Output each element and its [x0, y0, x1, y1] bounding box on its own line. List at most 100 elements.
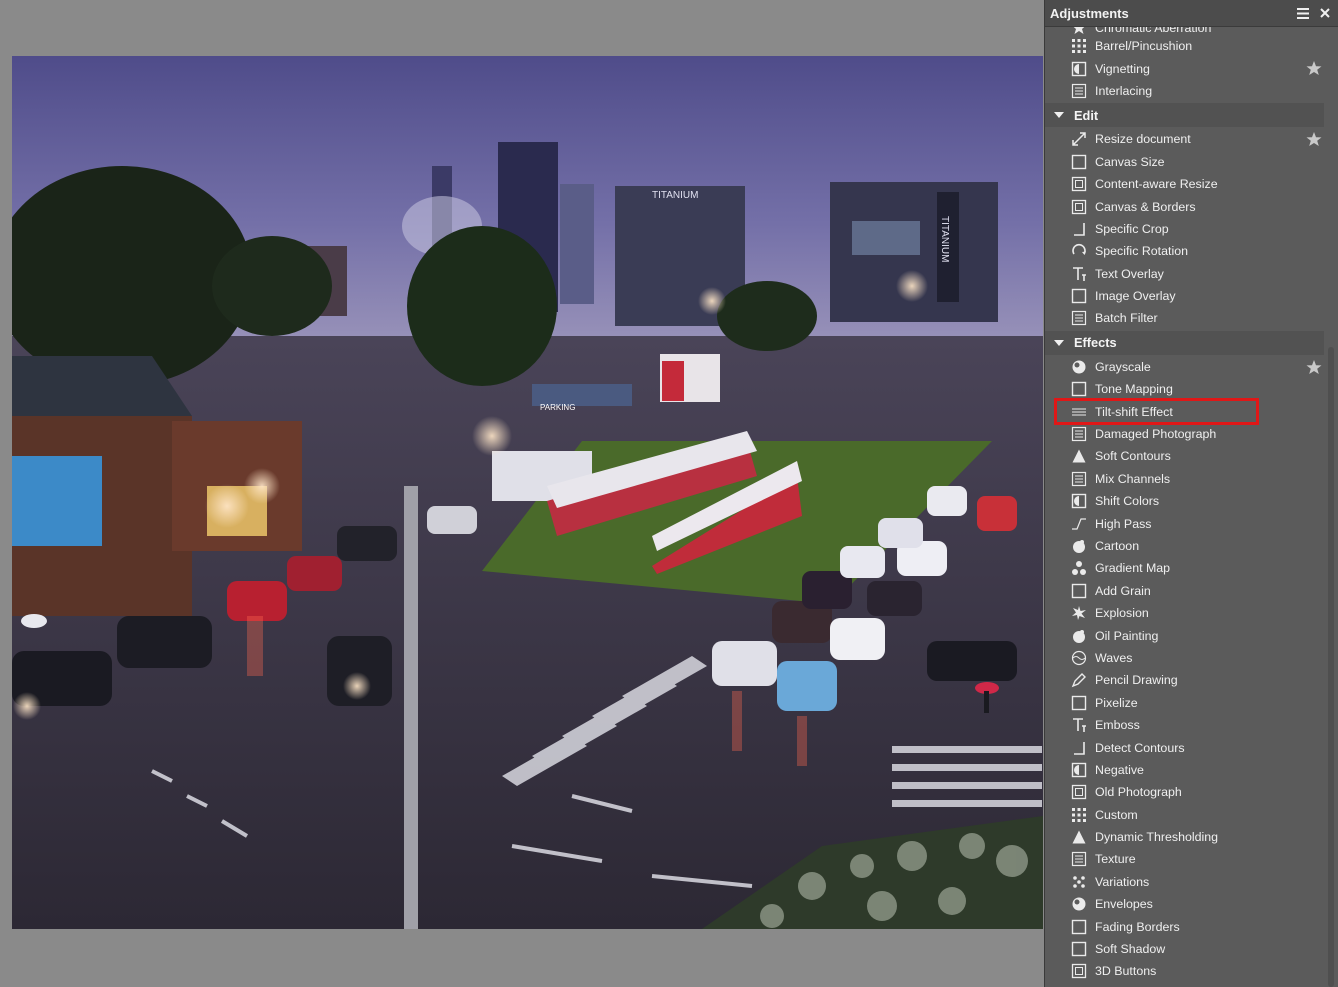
- menu-item-barrel-pincushion[interactable]: Barrel/Pincushion: [1045, 35, 1325, 57]
- envelopes-icon: [1070, 896, 1087, 913]
- batch-icon: [1070, 310, 1087, 327]
- menu-item-chromatic-aberration[interactable]: Chromatic Aberration: [1045, 27, 1325, 35]
- menu-item-old-photograph[interactable]: Old Photograph: [1045, 781, 1325, 803]
- hamburger-menu-icon[interactable]: [1294, 4, 1312, 22]
- menu-item-soft-shadow[interactable]: Soft Shadow: [1045, 938, 1325, 960]
- menu-item-label: Canvas Size: [1095, 154, 1165, 169]
- menu-item-text-overlay[interactable]: Text Overlay: [1045, 263, 1325, 285]
- menu-item-mix-channels[interactable]: Mix Channels: [1045, 468, 1325, 490]
- menu-item-specific-crop[interactable]: Specific Crop: [1045, 218, 1325, 240]
- section-header-effects[interactable]: Effects: [1045, 330, 1325, 355]
- menu-item-negative[interactable]: Negative: [1045, 759, 1325, 781]
- menu-item-3d-buttons[interactable]: 3D Buttons: [1045, 960, 1325, 982]
- menu-item-label: Texture: [1095, 852, 1136, 867]
- rotation-icon: [1070, 243, 1087, 260]
- menu-item-canvas-borders[interactable]: Canvas & Borders: [1045, 195, 1325, 217]
- scrollbar-thumb[interactable]: [1328, 347, 1334, 987]
- adjustments-list: Chromatic Aberration Barrel/Pincushion Vig…: [1045, 27, 1325, 987]
- resize-icon: [1070, 131, 1087, 148]
- menu-item-tone-mapping[interactable]: Tone Mapping: [1045, 378, 1325, 400]
- menu-item-label: Waves: [1095, 650, 1133, 665]
- favorite-star-icon[interactable]: [1306, 131, 1322, 147]
- menu-item-label: Vignetting: [1095, 61, 1150, 76]
- menu-item-high-pass[interactable]: High Pass: [1045, 512, 1325, 534]
- menu-item-texture[interactable]: Texture: [1045, 848, 1325, 870]
- menu-item-soft-contours[interactable]: Soft Contours: [1045, 445, 1325, 467]
- menu-item-label: Canvas & Borders: [1095, 199, 1196, 214]
- menu-item-batch-filter[interactable]: Batch Filter: [1045, 307, 1325, 329]
- menu-item-label: Add Grain: [1095, 583, 1151, 598]
- soft-contours-icon: [1070, 448, 1087, 465]
- menu-item-label: Batch Filter: [1095, 311, 1158, 326]
- menu-item-canvas-size[interactable]: Canvas Size: [1045, 151, 1325, 173]
- menu-item-label: Chromatic Aberration: [1095, 27, 1212, 35]
- titanium-sign-1: TITANIUM: [652, 190, 698, 201]
- detect-contours-icon: [1070, 739, 1087, 756]
- menu-item-grayscale[interactable]: Grayscale: [1045, 356, 1325, 378]
- menu-item-custom[interactable]: Custom: [1045, 804, 1325, 826]
- menu-item-label: Explosion: [1095, 606, 1149, 621]
- menu-item-detect-contours[interactable]: Detect Contours: [1045, 736, 1325, 758]
- waves-icon: [1070, 649, 1087, 666]
- menu-item-pixelize[interactable]: Pixelize: [1045, 692, 1325, 714]
- canvas-size-icon: [1070, 153, 1087, 170]
- high-pass-icon: [1070, 515, 1087, 532]
- menu-item-tilt-shift-effect[interactable]: Tilt-shift Effect: [1045, 398, 1325, 426]
- variations-icon: [1070, 873, 1087, 890]
- close-icon[interactable]: [1316, 4, 1334, 22]
- menu-item-resize-document[interactable]: Resize document: [1045, 128, 1325, 150]
- menu-item-content-aware-resize[interactable]: Content-aware Resize: [1045, 173, 1325, 195]
- menu-item-shift-colors[interactable]: Shift Colors: [1045, 490, 1325, 512]
- menu-item-dynamic-thresholding[interactable]: Dynamic Thresholding: [1045, 826, 1325, 848]
- image-workspace[interactable]: TITANIUM TITANIUM PARKING: [0, 0, 1044, 987]
- favorite-star-icon[interactable]: [1306, 60, 1322, 76]
- menu-item-label: Pixelize: [1095, 695, 1138, 710]
- menu-item-emboss[interactable]: Emboss: [1045, 714, 1325, 736]
- section-title: Effects: [1074, 335, 1117, 351]
- menu-item-image-overlay[interactable]: Image Overlay: [1045, 285, 1325, 307]
- content-aware-icon: [1070, 176, 1087, 193]
- menu-item-add-grain[interactable]: Add Grain: [1045, 580, 1325, 602]
- menu-item-vignetting[interactable]: Vignetting: [1045, 57, 1325, 79]
- menu-item-oil-painting[interactable]: Oil Painting: [1045, 624, 1325, 646]
- menu-item-label: Envelopes: [1095, 897, 1153, 912]
- menu-item-label: Interlacing: [1095, 83, 1153, 98]
- menu-item-gradient-map[interactable]: Gradient Map: [1045, 557, 1325, 579]
- menu-item-pencil-drawing[interactable]: Pencil Drawing: [1045, 669, 1325, 691]
- menu-item-variations[interactable]: Variations: [1045, 871, 1325, 893]
- interlacing-icon: [1070, 82, 1087, 99]
- section-header-edit[interactable]: Edit: [1045, 103, 1325, 128]
- menu-item-specific-rotation[interactable]: Specific Rotation: [1045, 240, 1325, 262]
- menu-item-damaged-photograph[interactable]: Damaged Photograph: [1045, 423, 1325, 445]
- fading-borders-icon: [1070, 918, 1087, 935]
- grayscale-icon: [1070, 358, 1087, 375]
- menu-item-interlacing[interactable]: Interlacing: [1045, 80, 1325, 102]
- app-window: TITANIUM TITANIUM PARKING Adjustments Ch…: [0, 0, 1338, 987]
- menu-item-waves[interactable]: Waves: [1045, 647, 1325, 669]
- menu-item-explosion[interactable]: Explosion: [1045, 602, 1325, 624]
- menu-item-label: Tilt-shift Effect: [1095, 404, 1173, 419]
- menu-item-fading-borders[interactable]: Fading Borders: [1045, 915, 1325, 937]
- 3d-buttons-icon: [1070, 963, 1087, 980]
- menu-item-label: Grayscale: [1095, 359, 1151, 374]
- caret-down-icon[interactable]: [1054, 339, 1064, 346]
- mix-channels-icon: [1070, 470, 1087, 487]
- damaged-icon: [1070, 426, 1087, 443]
- cartoon-icon: [1070, 538, 1087, 555]
- chromatic-icon: [1070, 27, 1087, 35]
- texture-icon: [1070, 851, 1087, 868]
- adjustments-panel: Adjustments Chromatic Aberration Barrel/P…: [1044, 0, 1338, 987]
- menu-item-envelopes[interactable]: Envelopes: [1045, 893, 1325, 915]
- menu-item-label: Cartoon: [1095, 539, 1140, 553]
- tone-mapping-icon: [1070, 381, 1087, 398]
- favorite-star-icon[interactable]: [1306, 359, 1322, 375]
- menu-item-cartoon[interactable]: Cartoon: [1045, 535, 1325, 557]
- menu-item-label: Fading Borders: [1095, 919, 1180, 934]
- negative-icon: [1070, 761, 1087, 778]
- panel-scrollbar[interactable]: [1324, 27, 1338, 987]
- menu-item-label: Emboss: [1095, 718, 1140, 733]
- menu-item-label: Soft Contours: [1095, 449, 1171, 464]
- photo-canvas[interactable]: TITANIUM TITANIUM PARKING: [12, 56, 1043, 929]
- caret-down-icon[interactable]: [1054, 112, 1064, 119]
- adjustments-header: Adjustments: [1045, 0, 1338, 27]
